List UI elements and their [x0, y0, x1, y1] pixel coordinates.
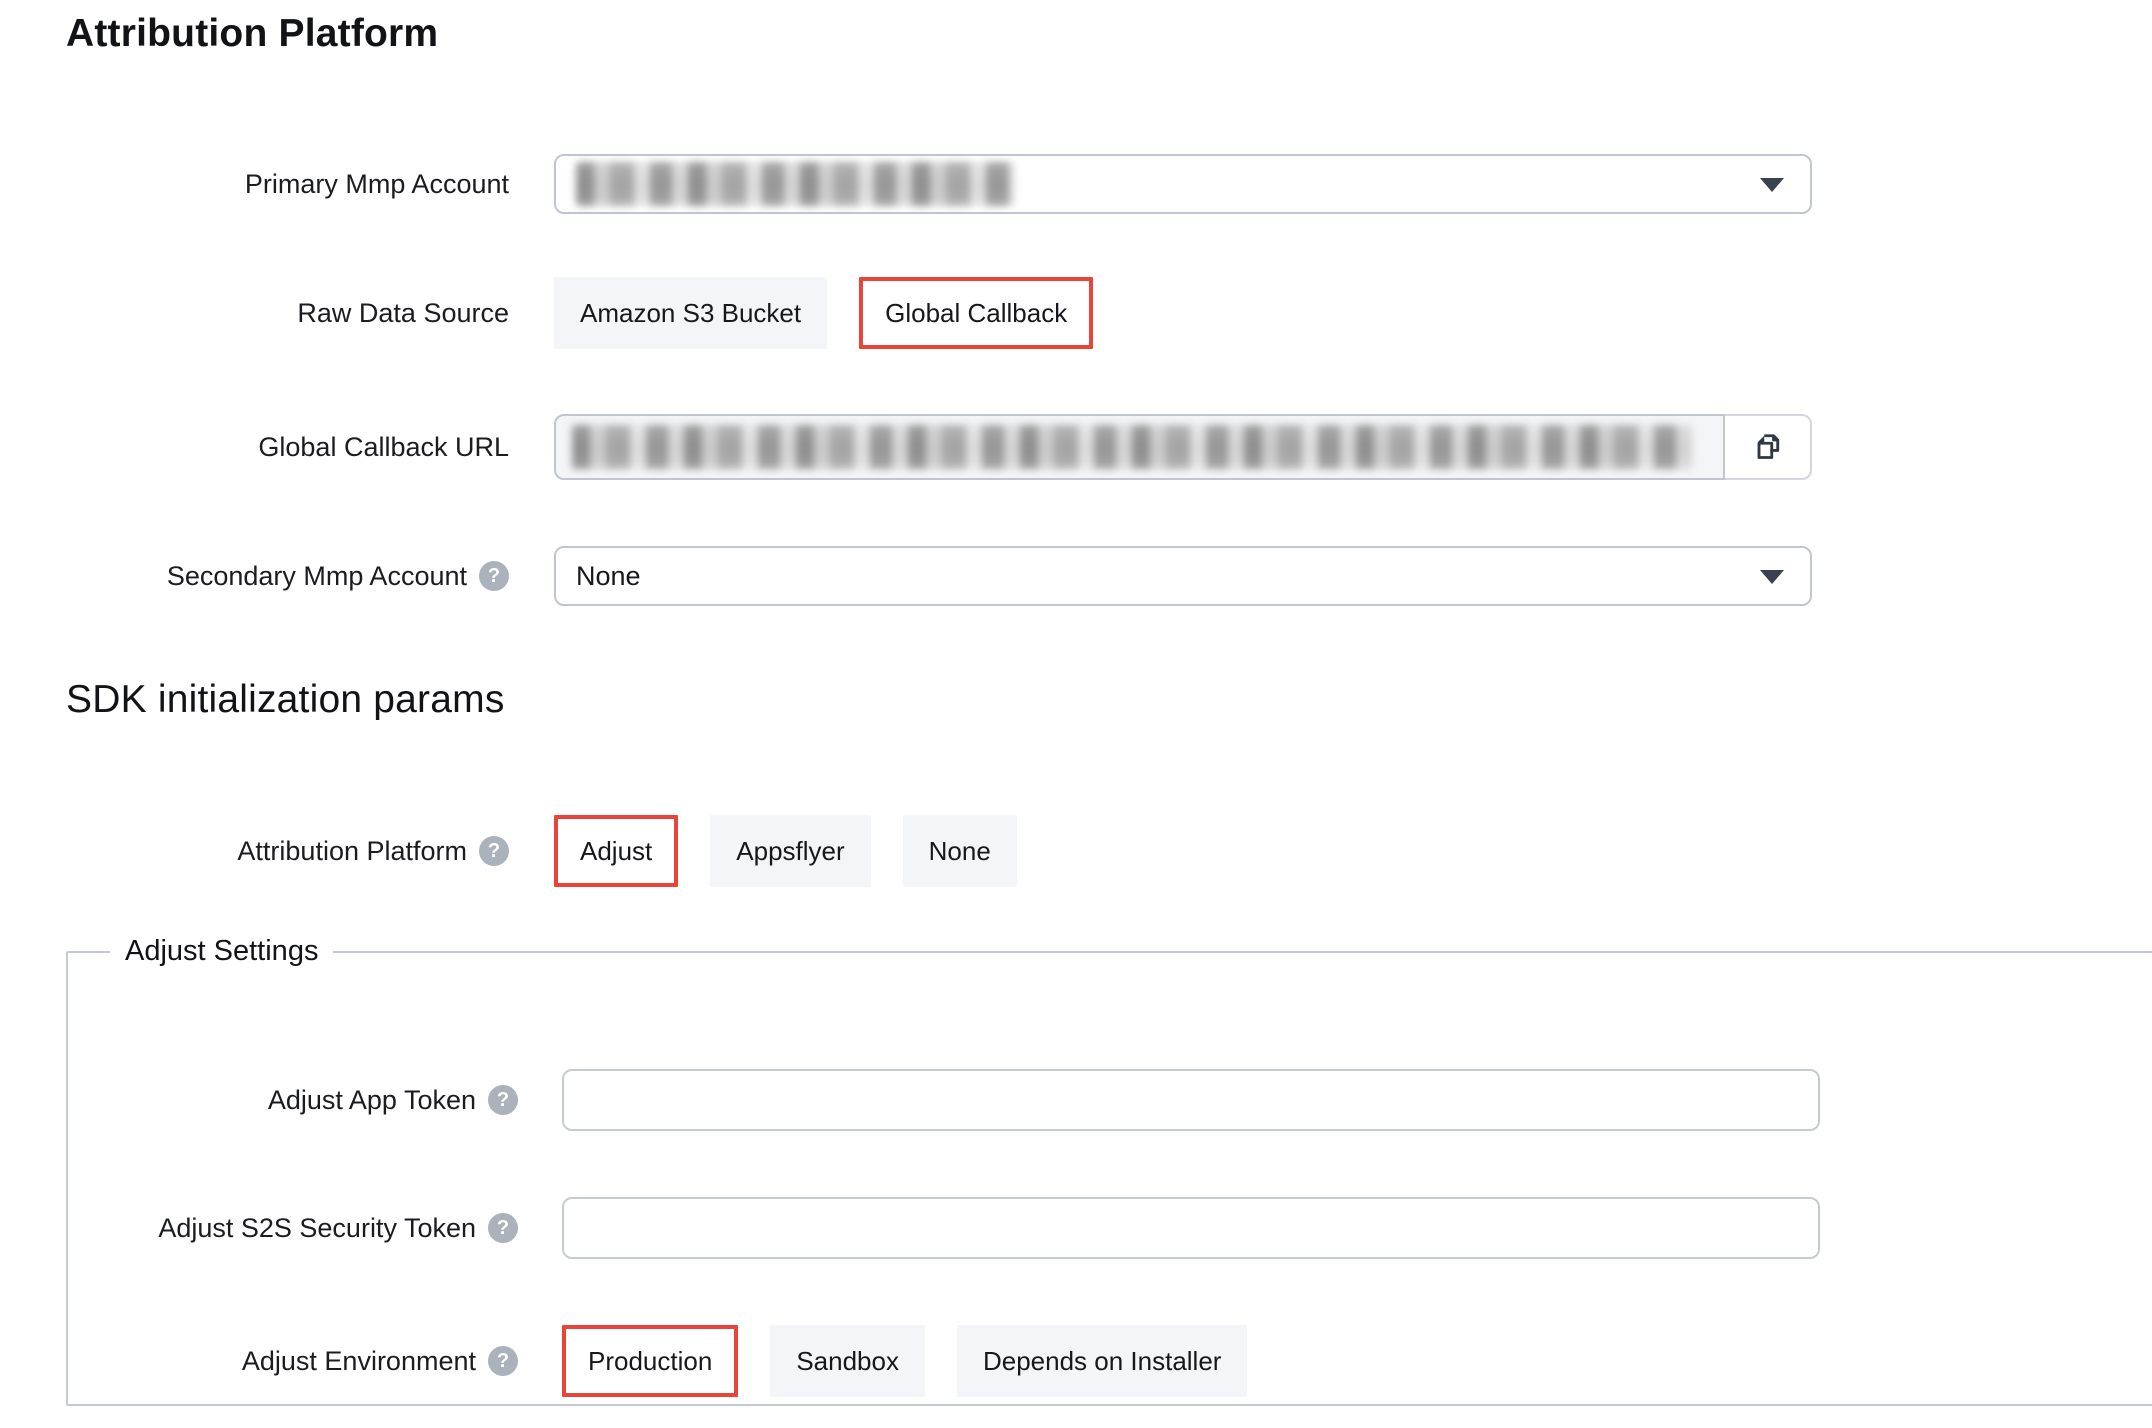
page-title: Attribution Platform [66, 12, 438, 56]
chevron-down-icon [1760, 178, 1784, 192]
primary-mmp-select[interactable] [554, 154, 1812, 214]
help-icon[interactable]: ? [488, 1346, 518, 1376]
adjust-app-token-input[interactable] [562, 1069, 1820, 1131]
raw-data-source-option-amazon-s3[interactable]: Amazon S3 Bucket [554, 277, 827, 349]
form-row-adjust-environment: Adjust Environment ? Production Sandbox … [68, 1325, 1247, 1397]
help-icon[interactable]: ? [479, 561, 509, 591]
attribution-platform-option-none[interactable]: None [903, 815, 1017, 887]
chevron-down-icon [1760, 570, 1784, 584]
attribution-platform-label: Attribution Platform [237, 836, 467, 867]
help-icon[interactable]: ? [488, 1085, 518, 1115]
global-callback-url-input[interactable] [554, 414, 1725, 480]
attribution-platform-option-appsflyer[interactable]: Appsflyer [710, 815, 870, 887]
raw-data-source-label: Raw Data Source [297, 298, 509, 329]
secondary-mmp-value: None [576, 561, 641, 592]
secondary-mmp-select[interactable]: None [554, 546, 1812, 606]
redacted-value [572, 425, 1692, 469]
copy-icon [1750, 429, 1786, 465]
form-row-primary-mmp: Primary Mmp Account [0, 154, 1812, 214]
adjust-environment-option-production[interactable]: Production [562, 1325, 738, 1397]
raw-data-source-option-global-callback[interactable]: Global Callback [859, 277, 1093, 349]
primary-mmp-label: Primary Mmp Account [245, 169, 509, 200]
form-row-raw-data-source: Raw Data Source Amazon S3 Bucket Global … [0, 277, 1093, 349]
adjust-environment-option-sandbox[interactable]: Sandbox [770, 1325, 925, 1397]
secondary-mmp-label: Secondary Mmp Account [167, 561, 467, 592]
adjust-settings-legend: Adjust Settings [110, 935, 333, 968]
adjust-environment-option-depends-on-installer[interactable]: Depends on Installer [957, 1325, 1247, 1397]
form-row-secondary-mmp: Secondary Mmp Account ? None [0, 545, 1812, 607]
form-row-adjust-s2s-token: Adjust S2S Security Token ? [68, 1197, 1820, 1259]
form-row-global-callback-url: Global Callback URL [0, 414, 1812, 480]
adjust-s2s-token-input[interactable] [562, 1197, 1820, 1259]
form-row-adjust-app-token: Adjust App Token ? [68, 1069, 1820, 1131]
attribution-platform-option-adjust[interactable]: Adjust [554, 815, 678, 887]
adjust-app-token-label: Adjust App Token [268, 1085, 476, 1116]
redacted-value [576, 162, 1014, 206]
adjust-s2s-token-label: Adjust S2S Security Token [158, 1213, 476, 1244]
section-title-sdk-params: SDK initialization params [66, 678, 505, 722]
help-icon[interactable]: ? [479, 836, 509, 866]
help-icon[interactable]: ? [488, 1213, 518, 1243]
adjust-settings-fieldset: Adjust Settings Adjust App Token ? Adjus… [66, 935, 2152, 1406]
form-row-attribution-platform: Attribution Platform ? Adjust Appsflyer … [0, 815, 1017, 887]
adjust-environment-label: Adjust Environment [242, 1346, 476, 1377]
global-callback-url-label: Global Callback URL [258, 432, 509, 463]
copy-button[interactable] [1725, 414, 1812, 480]
